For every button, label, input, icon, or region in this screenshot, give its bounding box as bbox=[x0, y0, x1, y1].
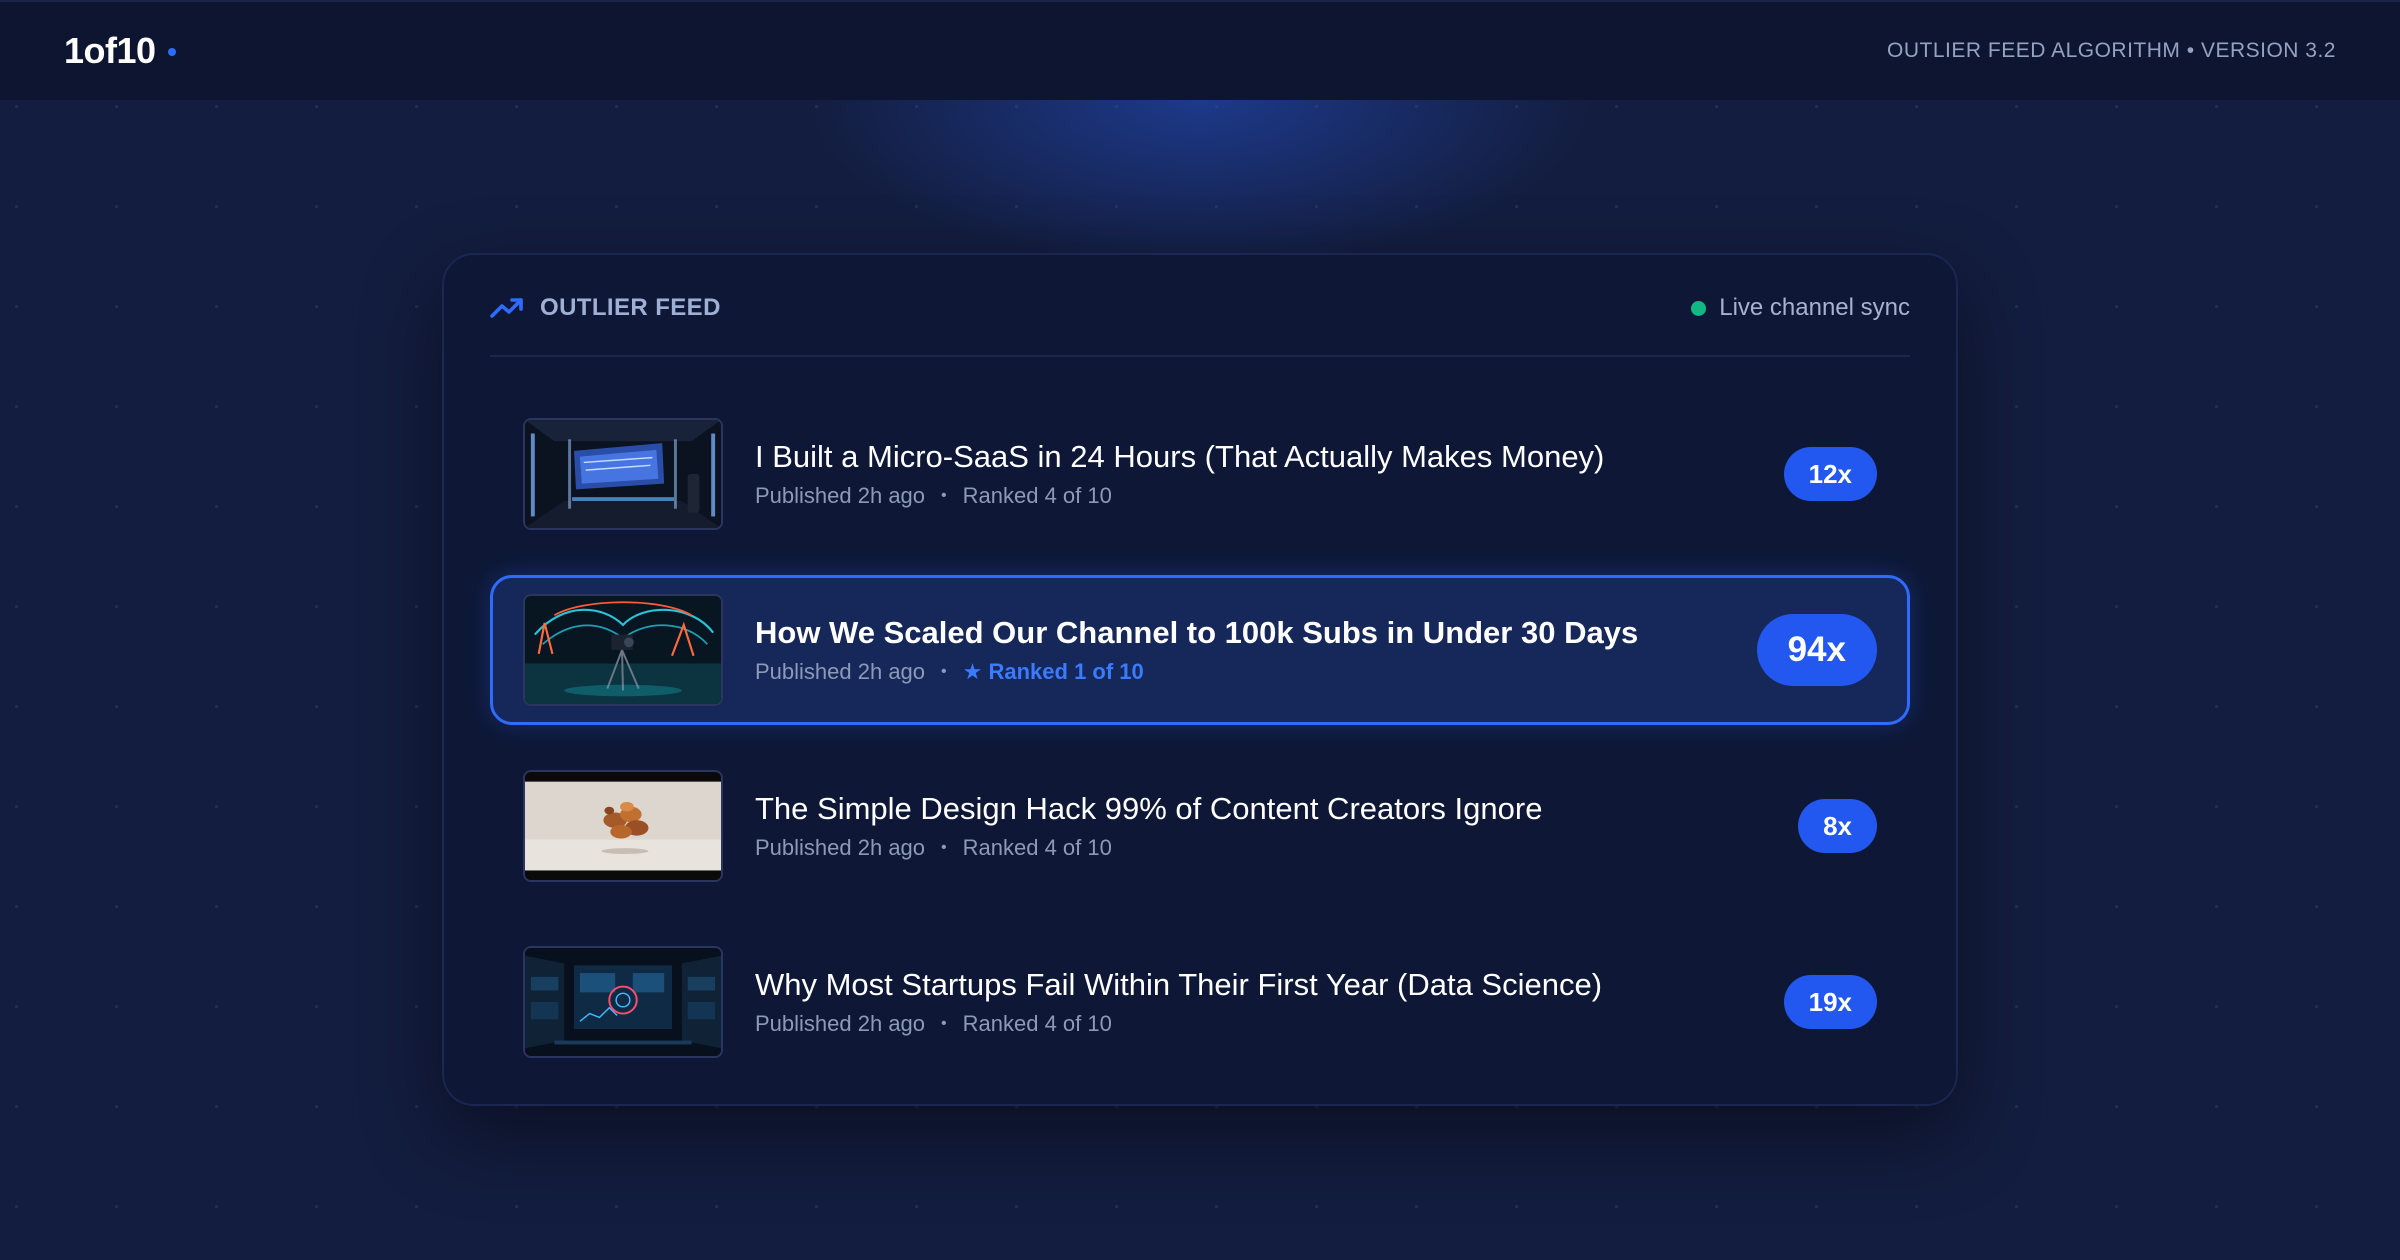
video-thumbnail[interactable] bbox=[523, 770, 723, 882]
video-info: I Built a Micro-SaaS in 24 Hours (That A… bbox=[755, 439, 1784, 509]
outlier-multiplier-badge: 12x bbox=[1783, 447, 1877, 501]
published-time: Published 2h ago bbox=[755, 659, 926, 684]
meta-separator: • bbox=[941, 663, 947, 680]
video-meta: Published 2h ago • Ranked 4 of 10 bbox=[755, 1011, 1784, 1037]
live-sync-status: Live channel sync bbox=[1691, 294, 1910, 322]
video-info: The Simple Design Hack 99% of Content Cr… bbox=[755, 791, 1798, 861]
live-dot-icon bbox=[1691, 300, 1707, 316]
brand-name: 1of10 bbox=[64, 30, 156, 71]
published-time: Published 2h ago bbox=[755, 835, 926, 860]
video-meta: Published 2h ago • Ranked 4 of 10 bbox=[755, 835, 1798, 861]
top-bar: 1of10 OUTLIER FEED ALGORITHM • VERSION 3… bbox=[0, 0, 2400, 100]
video-title[interactable]: How We Scaled Our Channel to 100k Subs i… bbox=[755, 615, 1757, 651]
video-row-top-ranked[interactable]: How We Scaled Our Channel to 100k Subs i… bbox=[490, 575, 1910, 725]
top-rank-label: ★ Ranked 1 of 10 bbox=[963, 659, 1144, 685]
video-meta: Published 2h ago • Ranked 4 of 10 bbox=[755, 483, 1784, 509]
video-row[interactable]: Why Most Startups Fail Within Their Firs… bbox=[490, 927, 1910, 1077]
star-icon: ★ bbox=[962, 659, 983, 684]
algorithm-version-label: OUTLIER FEED ALGORITHM • VERSION 3.2 bbox=[1887, 39, 2336, 62]
feed-title: OUTLIER FEED bbox=[540, 294, 721, 321]
video-meta: Published 2h ago • ★ Ranked 1 of 10 bbox=[755, 659, 1757, 685]
meta-separator: • bbox=[941, 1015, 947, 1032]
outlier-feed-card: OUTLIER FEED Live channel sync I Built a… bbox=[442, 253, 1958, 1106]
outlier-multiplier-badge: 94x bbox=[1756, 614, 1877, 686]
rank-label: Ranked 4 of 10 bbox=[962, 483, 1112, 508]
video-info: How We Scaled Our Channel to 100k Subs i… bbox=[755, 615, 1757, 685]
published-time: Published 2h ago bbox=[755, 1011, 926, 1036]
video-thumbnail[interactable] bbox=[523, 418, 723, 530]
live-sync-label: Live channel sync bbox=[1719, 294, 1910, 321]
video-info: Why Most Startups Fail Within Their Firs… bbox=[755, 967, 1784, 1037]
video-row[interactable]: I Built a Micro-SaaS in 24 Hours (That A… bbox=[490, 399, 1910, 549]
brand-dot-icon bbox=[167, 48, 176, 56]
trending-up-icon bbox=[490, 298, 523, 318]
published-time: Published 2h ago bbox=[755, 483, 926, 508]
outlier-multiplier-badge: 19x bbox=[1783, 975, 1877, 1029]
video-title[interactable]: The Simple Design Hack 99% of Content Cr… bbox=[755, 791, 1798, 827]
video-thumbnail[interactable] bbox=[523, 594, 723, 706]
meta-separator: • bbox=[941, 839, 947, 856]
video-row[interactable]: The Simple Design Hack 99% of Content Cr… bbox=[490, 751, 1910, 901]
rank-label: Ranked 4 of 10 bbox=[962, 835, 1112, 860]
rank-label: Ranked 1 of 10 bbox=[988, 659, 1144, 684]
video-title[interactable]: Why Most Startups Fail Within Their Firs… bbox=[755, 967, 1784, 1003]
meta-separator: • bbox=[941, 487, 947, 504]
brand-logo[interactable]: 1of10 bbox=[64, 30, 176, 72]
video-list: I Built a Micro-SaaS in 24 Hours (That A… bbox=[490, 357, 1910, 1077]
outlier-multiplier-badge: 8x bbox=[1798, 799, 1877, 853]
video-thumbnail[interactable] bbox=[523, 946, 723, 1058]
video-title[interactable]: I Built a Micro-SaaS in 24 Hours (That A… bbox=[755, 439, 1784, 475]
feed-header: OUTLIER FEED Live channel sync bbox=[490, 255, 1910, 357]
rank-label: Ranked 4 of 10 bbox=[962, 1011, 1112, 1036]
